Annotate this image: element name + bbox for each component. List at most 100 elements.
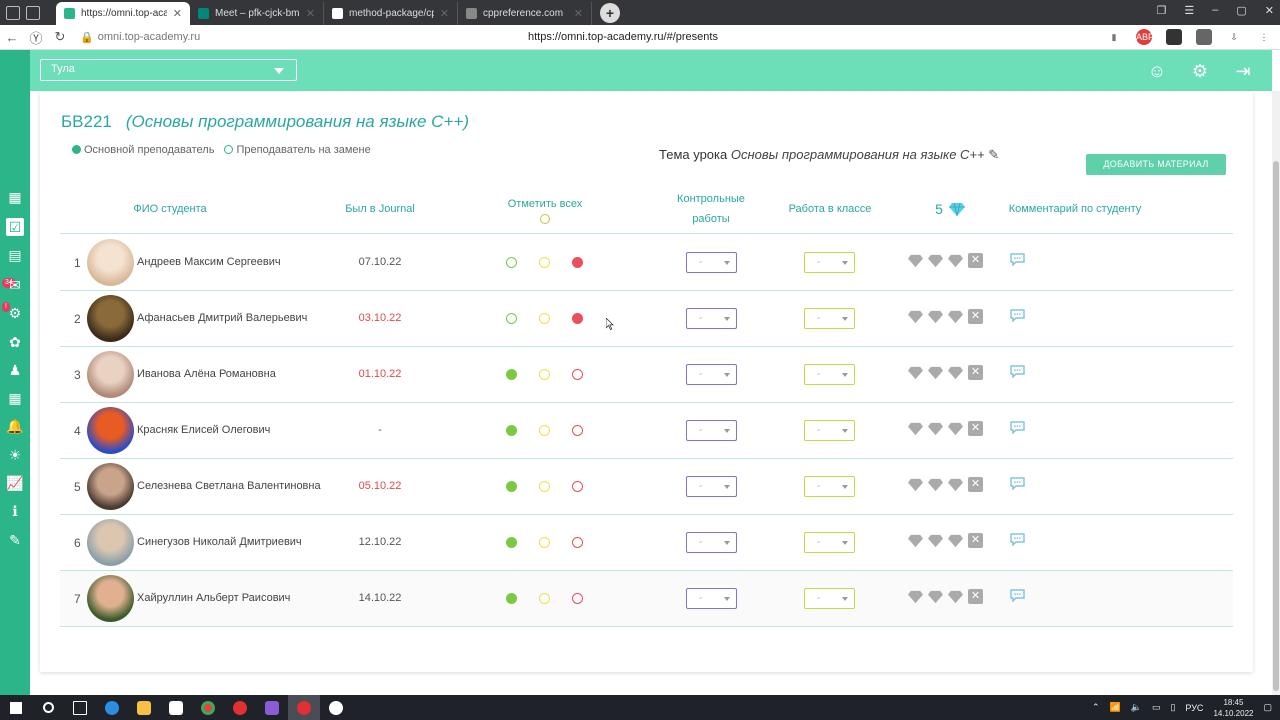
- gem-icon[interactable]: [908, 589, 923, 604]
- student-name[interactable]: Иванова Алёна Романовна: [137, 368, 276, 380]
- present-radio[interactable]: [506, 313, 517, 324]
- groups-icon[interactable]: ♟: [6, 361, 24, 379]
- comment-icon[interactable]: [1010, 421, 1025, 434]
- browser-tab[interactable]: cppreference.com ✕: [458, 2, 592, 25]
- classwork-select[interactable]: -: [804, 364, 855, 385]
- library-icon[interactable]: ⚙: [6, 304, 24, 322]
- gem-icon[interactable]: [948, 309, 963, 324]
- search-icon[interactable]: [32, 695, 64, 720]
- minimize-icon[interactable]: –: [1212, 4, 1218, 17]
- clear-gems-icon[interactable]: ✕: [968, 477, 983, 492]
- tests-select[interactable]: -: [686, 420, 737, 441]
- clock[interactable]: 18:45 14.10.2022: [1213, 697, 1253, 719]
- avatar[interactable]: [87, 575, 134, 622]
- gem-icon[interactable]: [928, 533, 943, 548]
- more-icon[interactable]: ⋮: [1256, 29, 1272, 45]
- language-indicator[interactable]: РУС: [1185, 703, 1203, 713]
- student-name[interactable]: Андреев Максим Сергеевич: [137, 256, 281, 268]
- yandex-app-icon[interactable]: [224, 695, 256, 720]
- tests-select[interactable]: -: [686, 308, 737, 329]
- late-radio[interactable]: [539, 593, 550, 604]
- monitor-icon[interactable]: ▭: [1152, 702, 1161, 713]
- table-icon[interactable]: ▦: [6, 389, 24, 407]
- visual-studio-icon[interactable]: [256, 695, 288, 720]
- gem-icon[interactable]: [928, 309, 943, 324]
- extension-icon[interactable]: [1166, 29, 1182, 45]
- attendance-icon[interactable]: ☑: [6, 218, 24, 236]
- gem-icon[interactable]: [948, 365, 963, 380]
- clear-gems-icon[interactable]: ✕: [968, 589, 983, 604]
- new-tab-button[interactable]: +: [600, 3, 620, 23]
- download-icon[interactable]: ⇩: [1226, 29, 1242, 45]
- url-field[interactable]: https://omni.top-academy.ru/#/presents: [528, 31, 718, 43]
- task-view-icon[interactable]: [64, 695, 96, 720]
- absent-radio[interactable]: [572, 313, 583, 324]
- avatar[interactable]: [87, 463, 134, 510]
- present-radio[interactable]: [506, 425, 517, 436]
- avatar[interactable]: [87, 407, 134, 454]
- tests-select[interactable]: -: [686, 252, 737, 273]
- late-radio[interactable]: [539, 537, 550, 548]
- avatar[interactable]: [87, 519, 134, 566]
- adblock-icon[interactable]: ABP: [1136, 29, 1154, 45]
- present-radio[interactable]: [506, 481, 517, 492]
- tray-chevron-icon[interactable]: ⌃: [1092, 702, 1100, 713]
- smile-icon[interactable]: ☺: [1147, 61, 1167, 81]
- city-select[interactable]: Тула: [40, 59, 297, 81]
- tests-select[interactable]: -: [686, 532, 737, 553]
- student-name[interactable]: Хайруллин Альберт Раисович: [137, 592, 290, 604]
- comment-icon[interactable]: [1010, 589, 1025, 602]
- classwork-select[interactable]: -: [804, 252, 855, 273]
- gem-icon[interactable]: [928, 477, 943, 492]
- mark-all-toggle[interactable]: [539, 214, 550, 224]
- page-scrollbar[interactable]: [1272, 91, 1280, 695]
- back-icon[interactable]: ←: [0, 30, 24, 45]
- tabs-icon[interactable]: [26, 5, 40, 20]
- gem-icon[interactable]: [908, 533, 923, 548]
- bell-icon[interactable]: 🔔: [6, 417, 24, 435]
- late-radio[interactable]: [539, 425, 550, 436]
- gem-icon[interactable]: [948, 533, 963, 548]
- gem-icon[interactable]: [928, 589, 943, 604]
- explorer-icon[interactable]: [128, 695, 160, 720]
- present-radio[interactable]: [506, 537, 517, 548]
- store-icon[interactable]: [160, 695, 192, 720]
- avatar[interactable]: [87, 239, 134, 286]
- clear-gems-icon[interactable]: ✕: [968, 421, 983, 436]
- gem-icon[interactable]: [948, 421, 963, 436]
- classwork-select[interactable]: -: [804, 476, 855, 497]
- clear-gems-icon[interactable]: ✕: [968, 253, 983, 268]
- pencil-icon[interactable]: ✎: [988, 147, 999, 162]
- github-desktop-icon[interactable]: [320, 695, 352, 720]
- scrollbar-thumb[interactable]: [1273, 161, 1279, 691]
- network-icon[interactable]: 📶: [1110, 702, 1121, 713]
- classwork-select[interactable]: -: [804, 420, 855, 441]
- edge-icon[interactable]: [96, 695, 128, 720]
- logout-icon[interactable]: ⇥: [1233, 61, 1253, 81]
- home-icon[interactable]: [6, 5, 20, 20]
- gem-icon[interactable]: [948, 253, 963, 268]
- student-name[interactable]: Афанасьев Дмитрий Валерьевич: [137, 312, 307, 324]
- absent-radio[interactable]: [572, 537, 583, 548]
- pen-icon[interactable]: ✎: [6, 531, 24, 549]
- battery-icon[interactable]: ▯: [1170, 702, 1175, 713]
- avatar[interactable]: [87, 295, 134, 342]
- homework-icon[interactable]: ▤: [6, 246, 24, 264]
- late-radio[interactable]: [539, 313, 550, 324]
- tab-close-icon[interactable]: ✕: [173, 7, 182, 20]
- tab-close-icon[interactable]: ✕: [574, 7, 583, 20]
- url-domain[interactable]: 🔒 omni.top-academy.ru: [80, 31, 200, 44]
- tab-close-icon[interactable]: ✕: [306, 7, 315, 20]
- absent-radio[interactable]: [572, 593, 583, 604]
- schedule-icon[interactable]: ▦: [6, 188, 24, 206]
- bookmark-icon[interactable]: ▮: [1106, 29, 1122, 45]
- absent-radio[interactable]: [572, 425, 583, 436]
- gem-icon[interactable]: [928, 253, 943, 268]
- reviews-icon[interactable]: ✿: [6, 333, 24, 351]
- gem-icon[interactable]: [928, 365, 943, 380]
- close-window-icon[interactable]: ✕: [1265, 4, 1274, 17]
- tests-select[interactable]: -: [686, 476, 737, 497]
- tests-select[interactable]: -: [686, 364, 737, 385]
- tests-select[interactable]: -: [686, 588, 737, 609]
- maximize-icon[interactable]: ▢: [1236, 4, 1246, 17]
